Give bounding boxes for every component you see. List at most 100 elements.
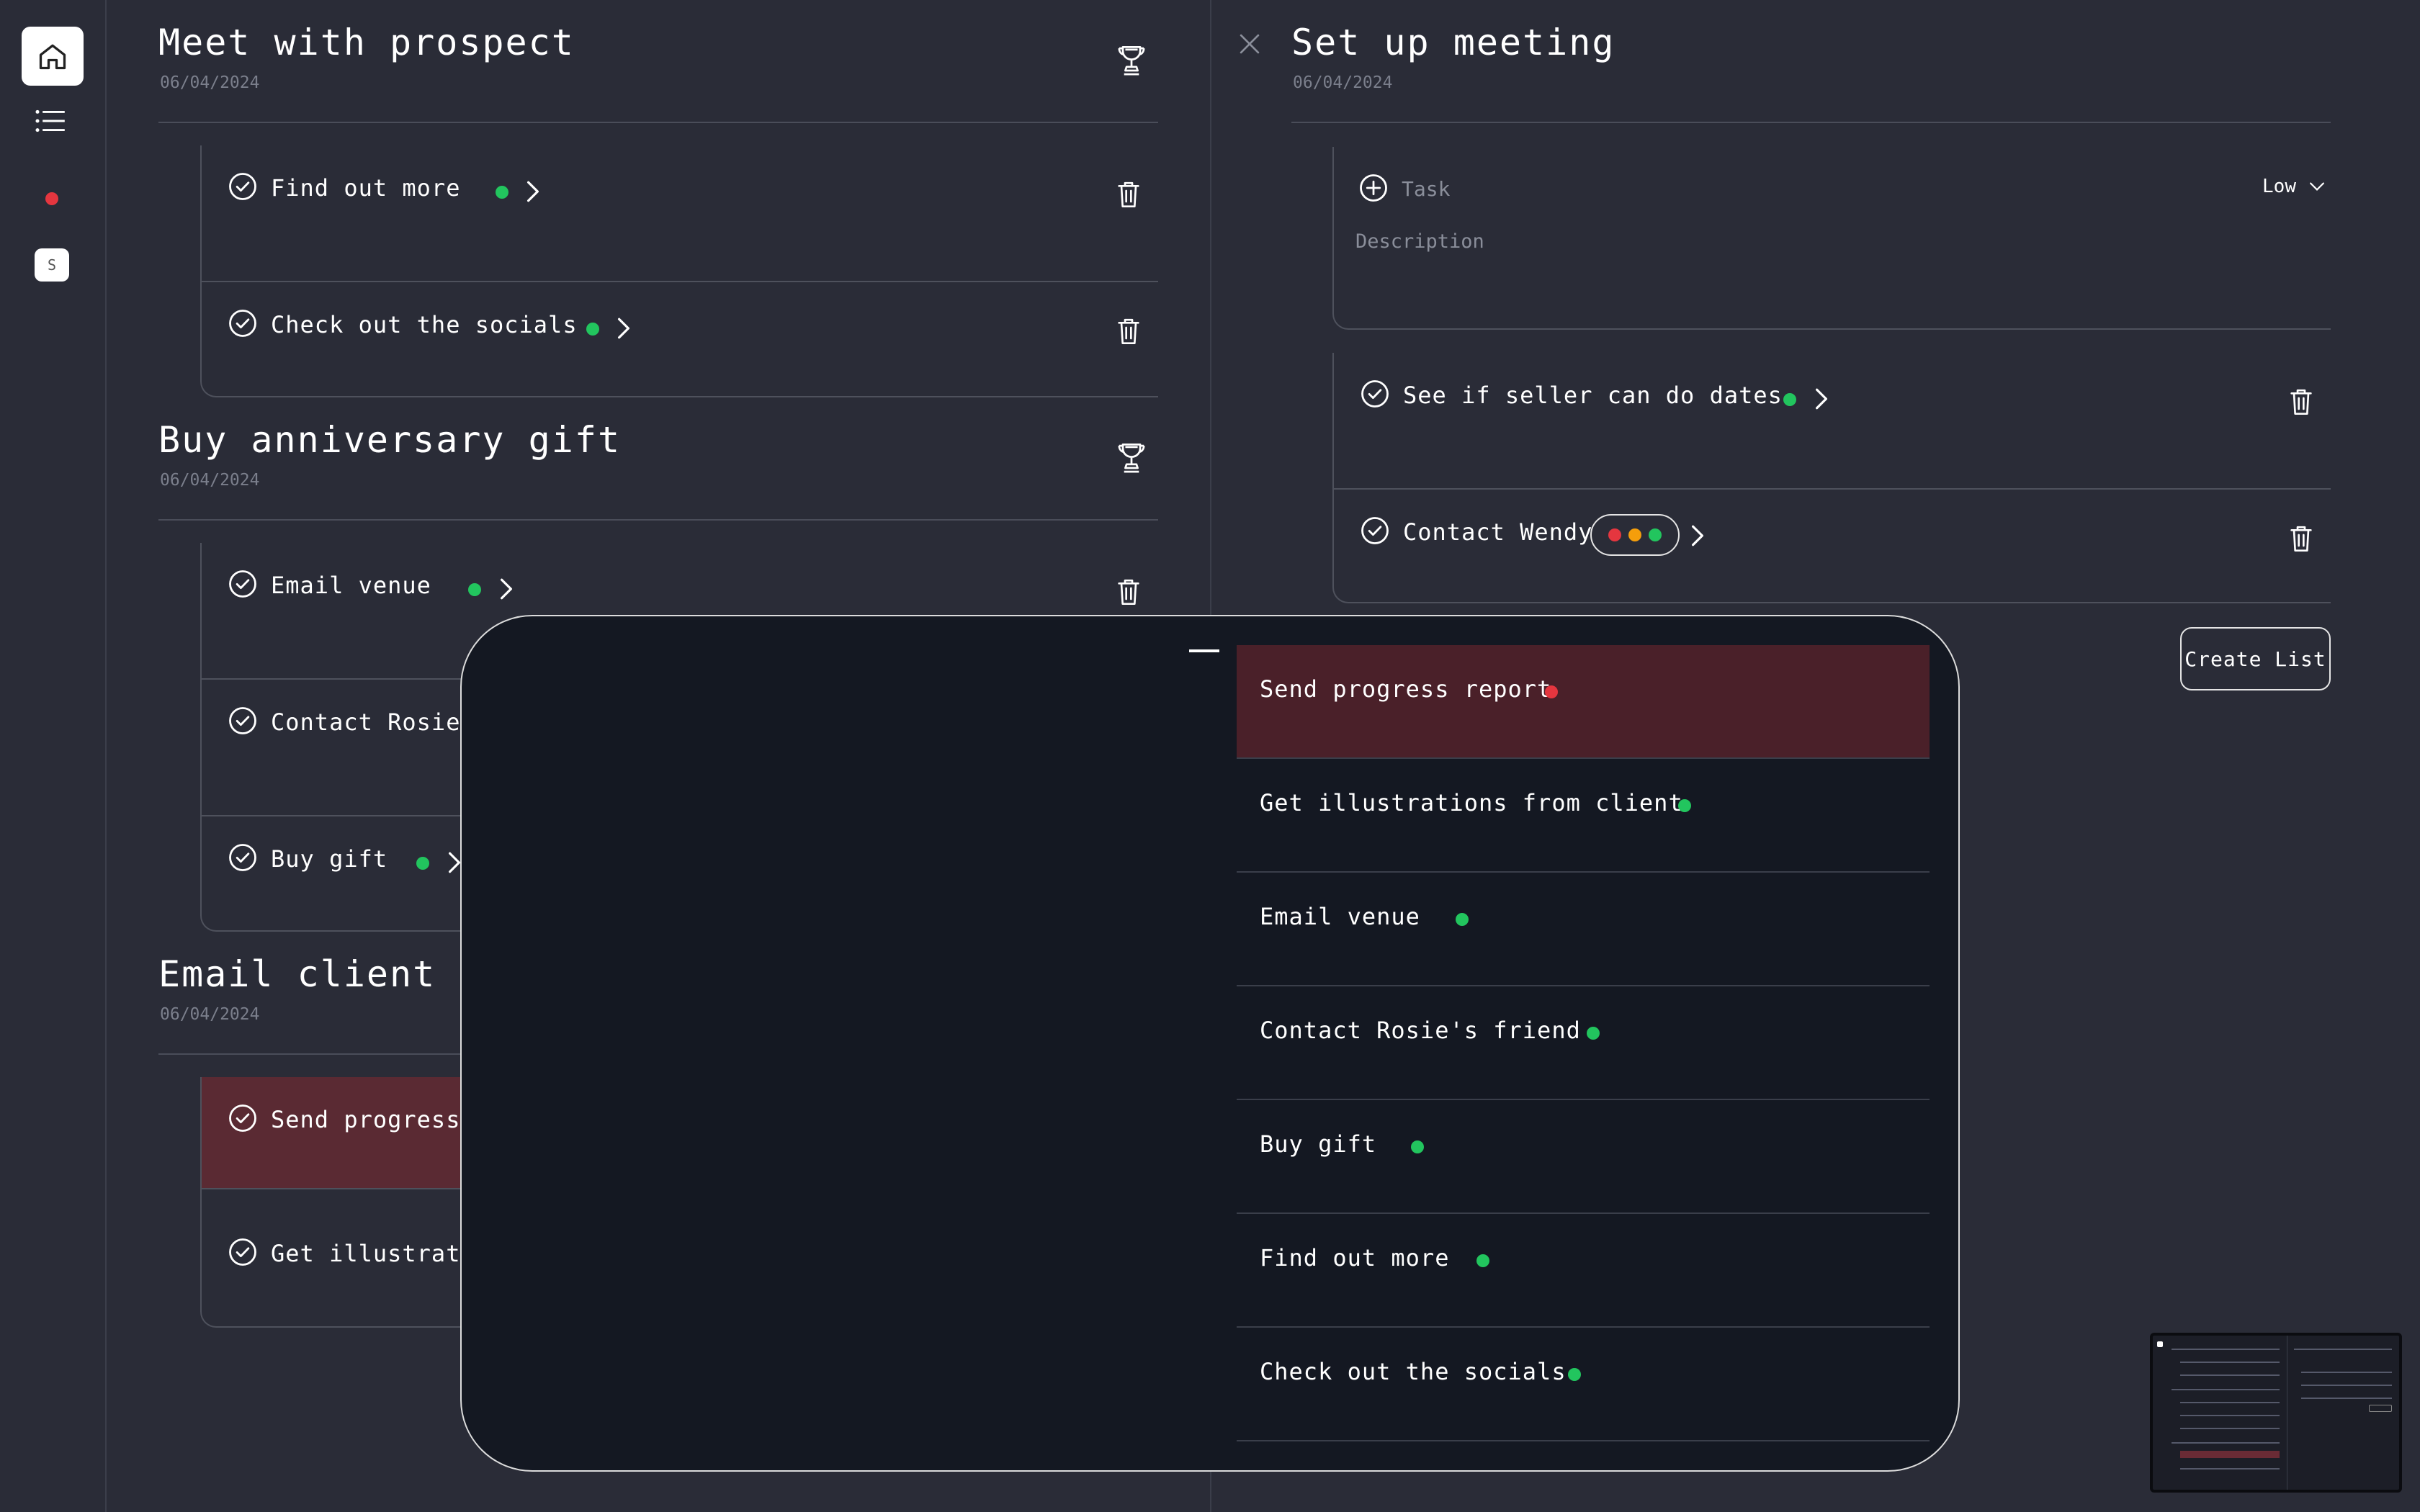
check-circle-icon[interactable] [228, 1103, 258, 1133]
status-dot [1568, 1368, 1581, 1381]
task-row[interactable]: Check out the socials [202, 282, 1158, 419]
home-icon [39, 44, 66, 70]
list-item[interactable]: Email venue [1237, 873, 1930, 986]
item-label: Find out more [1260, 1244, 1450, 1272]
status-dot [416, 857, 429, 870]
minimap-line [2172, 1442, 2280, 1444]
task-label: Contact Rosie's [271, 708, 490, 736]
check-circle-icon[interactable] [228, 171, 258, 202]
status-dot-red[interactable] [1608, 528, 1621, 541]
task-label: Check out the socials [271, 311, 578, 338]
minimap-line [2301, 1385, 2392, 1386]
task-row[interactable]: See if seller can do dates [1334, 353, 2331, 490]
status-dot [468, 583, 481, 596]
check-circle-icon[interactable] [228, 308, 258, 338]
status-dot [1456, 913, 1469, 926]
priority-select[interactable]: Low [2262, 176, 2325, 197]
task-list: Find out more Check out the socials [200, 145, 1158, 397]
chevron-right-icon[interactable] [1690, 524, 1706, 547]
status-dot [496, 186, 508, 199]
status-dot [1678, 799, 1691, 812]
list-title: Email client [158, 953, 436, 995]
list-item[interactable]: Find out more [1237, 1214, 1930, 1328]
priority-value: Low [2262, 176, 2296, 197]
status-dot [1545, 685, 1558, 698]
list-item[interactable]: Check out the socials [1237, 1328, 1930, 1441]
task-row[interactable]: Contact Wendy [1334, 490, 2331, 626]
chevron-right-icon[interactable] [616, 317, 632, 340]
minimap-line [2172, 1349, 2280, 1350]
close-icon[interactable] [1237, 32, 1262, 56]
minimap-line [2180, 1468, 2280, 1470]
status-dot-green[interactable] [1649, 528, 1662, 541]
trash-icon[interactable] [1116, 180, 1141, 209]
minimap-line [2180, 1362, 2280, 1363]
list-date: 06/04/2024 [160, 471, 260, 490]
minimap-line [2301, 1372, 2392, 1373]
task-label: Get illustratio [271, 1240, 490, 1267]
create-list-button[interactable]: Create List [2180, 627, 2331, 690]
trophy-icon[interactable] [1116, 45, 1147, 79]
minimap-line [2180, 1428, 2280, 1429]
plus-circle-icon[interactable] [1358, 173, 1389, 203]
item-label: Get illustrations from client [1260, 789, 1683, 816]
list-item[interactable]: Contact Rosie's friend [1237, 986, 1930, 1100]
list-icon[interactable] [35, 108, 66, 134]
trash-icon[interactable] [2289, 387, 2313, 416]
minimap-line [2180, 1402, 2280, 1403]
divider [158, 122, 1158, 123]
drag-handle[interactable] [1189, 649, 1219, 652]
status-picker[interactable] [1590, 514, 1680, 556]
minimap-home [2157, 1341, 2163, 1347]
list-item[interactable]: Send progress report [1237, 645, 1930, 759]
divider [158, 519, 1158, 521]
chevron-right-icon[interactable] [498, 577, 514, 600]
status-dot [1587, 1027, 1600, 1040]
status-dot-orange[interactable] [1628, 528, 1641, 541]
minimap-line [2180, 1415, 2280, 1416]
check-circle-icon[interactable] [228, 842, 258, 873]
home-button[interactable] [22, 27, 84, 86]
list-date: 06/04/2024 [160, 1005, 260, 1024]
chevron-right-icon[interactable] [525, 180, 541, 203]
task-row[interactable]: Find out more [202, 145, 1158, 282]
task-label: See if seller can do dates [1403, 382, 1783, 409]
list-item[interactable]: Buy gift [1237, 1100, 1930, 1214]
check-circle-icon[interactable] [228, 569, 258, 599]
minimap-line [2172, 1389, 2280, 1390]
task-label: Find out more [271, 174, 461, 202]
minimap-line [2180, 1374, 2280, 1376]
description-input[interactable] [1355, 230, 2321, 310]
trash-icon[interactable] [1116, 577, 1141, 606]
minimap-button [2369, 1405, 2392, 1412]
minimap-highlight [2180, 1451, 2280, 1458]
divider [1291, 122, 2331, 123]
list-item[interactable]: Get illustrations from client [1237, 759, 1930, 873]
status-dot [1783, 393, 1796, 406]
trophy-icon[interactable] [1116, 442, 1147, 477]
chevron-right-icon[interactable] [1814, 387, 1829, 410]
editor-date: 06/04/2024 [1293, 73, 1393, 92]
task-label: Send progress r [271, 1106, 490, 1133]
task-input[interactable] [1402, 173, 1978, 204]
avatar[interactable]: S [35, 248, 69, 282]
check-circle-icon[interactable] [1360, 516, 1390, 546]
item-label: Send progress report [1260, 675, 1552, 703]
trash-icon[interactable] [2289, 524, 2313, 553]
check-circle-icon[interactable] [228, 1237, 258, 1267]
check-circle-icon[interactable] [1360, 379, 1390, 409]
task-label: Contact Wendy [1403, 518, 1593, 546]
status-dot [586, 323, 599, 336]
minimap[interactable] [2150, 1333, 2402, 1493]
minimap-line [2294, 1349, 2392, 1350]
task-label: Email venue [271, 572, 431, 599]
trash-icon[interactable] [1116, 317, 1141, 346]
editor-title[interactable]: Set up meeting [1291, 22, 1615, 63]
item-label: Check out the socials [1260, 1358, 1567, 1385]
check-circle-icon[interactable] [228, 706, 258, 736]
task-picker-list: Send progress report Get illustrations f… [1237, 645, 1930, 1441]
new-task-form: Low [1332, 147, 2331, 330]
item-label: Contact Rosie's friend [1260, 1017, 1581, 1044]
task-label: Buy gift [271, 845, 388, 873]
sidebar: S [0, 0, 107, 1512]
